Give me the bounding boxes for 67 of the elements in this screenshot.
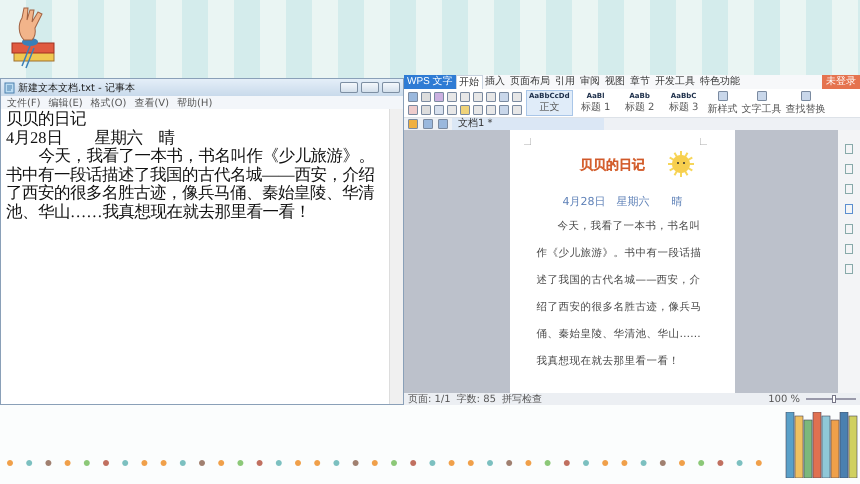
toolbar-icon[interactable] bbox=[420, 90, 432, 102]
margin-corner-mark bbox=[700, 138, 707, 145]
menu-item[interactable]: 帮助(H) bbox=[177, 96, 212, 110]
toolbar-icon[interactable] bbox=[472, 90, 484, 102]
style-label: 正文 bbox=[539, 100, 560, 114]
ribbon-tab[interactable]: 插入 bbox=[482, 75, 508, 89]
style-label: 标题 2 bbox=[624, 100, 654, 114]
status-text: 页面: 1/1 bbox=[408, 393, 451, 406]
toolbar-icon[interactable] bbox=[407, 90, 419, 102]
toolbar-icon[interactable] bbox=[407, 118, 419, 130]
toolbar-icon[interactable] bbox=[485, 90, 497, 102]
toolbar-icon[interactable] bbox=[433, 104, 445, 116]
ribbon-tab[interactable]: 开始 bbox=[456, 74, 483, 90]
document-date-line: 4月28日 星期六 晴 bbox=[562, 194, 682, 209]
ribbon-tab[interactable]: 视图 bbox=[602, 75, 628, 89]
toolbar-icon[interactable] bbox=[472, 104, 484, 116]
text-line: 4月28日 星期六 晴 bbox=[6, 128, 176, 147]
zoom-slider-thumb[interactable] bbox=[832, 395, 836, 403]
margin-corner-mark bbox=[524, 138, 531, 145]
document-paragraph: 今天，我看了一本书，书名叫作《少儿旅游》。书中有一段话描述了我国的古代名城——西安，介绍了西安的很多名胜古迹，像兵马俑、秦始皇陵、华清池、华山……我真想现在就去那里看一看！ bbox=[536, 219, 702, 369]
document-title: 贝贝的日记 bbox=[580, 157, 645, 174]
minimize-button[interactable] bbox=[340, 82, 358, 93]
tool-icon[interactable] bbox=[800, 90, 812, 102]
toolbar-icon[interactable] bbox=[511, 90, 523, 102]
ribbon-tab[interactable]: 审阅 bbox=[578, 75, 603, 89]
tool-icon[interactable] bbox=[756, 90, 768, 102]
style-label: 标题 3 bbox=[668, 100, 698, 114]
menu-item[interactable]: 编辑(E) bbox=[48, 96, 83, 110]
zoom-level[interactable]: 100 % bbox=[768, 394, 800, 404]
ribbon-tab[interactable]: 开发工具 bbox=[652, 75, 698, 89]
menu-item[interactable]: 格式(O) bbox=[90, 96, 126, 110]
text-line: 贝贝的日记 bbox=[6, 110, 87, 128]
app-menu-button[interactable]: WPS 文字 bbox=[404, 75, 456, 89]
toolbar-icon[interactable] bbox=[433, 90, 445, 102]
text-paragraph: 今天，我看了一本书，书名叫作《少儿旅游》。书中有一段话描述了我国的古代名城——西安，介绍了西安的很多名胜古迹，像兵马俑、秦始皇陵、华清池、华山……我真想现在就去那里看一看！ bbox=[6, 147, 376, 221]
toolbar-icon[interactable] bbox=[407, 104, 419, 116]
toolbar-icon[interactable] bbox=[511, 104, 523, 116]
maximize-button[interactable] bbox=[361, 82, 379, 93]
toolbar-icon[interactable] bbox=[459, 90, 471, 102]
tool-label[interactable]: 查找替换 bbox=[786, 102, 826, 116]
window-title: 新建文本文档.txt - 记事本 bbox=[18, 82, 136, 94]
toolbar-icon[interactable] bbox=[422, 118, 434, 130]
toolbar-icon[interactable] bbox=[498, 90, 510, 102]
sun-drawing bbox=[667, 148, 695, 180]
notepad-icon bbox=[4, 82, 15, 94]
close-button[interactable] bbox=[382, 82, 400, 93]
scrollbar[interactable] bbox=[389, 109, 403, 404]
tool-icon[interactable] bbox=[716, 90, 729, 102]
toolbar-icon[interactable] bbox=[498, 104, 510, 116]
status-text: 字数: 85 bbox=[456, 392, 496, 406]
toolbar-icon[interactable] bbox=[459, 104, 471, 116]
ribbon-tab[interactable]: 章节 bbox=[628, 75, 653, 89]
toolbar-icon[interactable] bbox=[446, 90, 458, 102]
toolbar-icon[interactable] bbox=[485, 104, 497, 116]
menu-item[interactable]: 文件(F) bbox=[7, 96, 41, 110]
toolbar-icon[interactable] bbox=[437, 118, 449, 130]
style-label: 标题 1 bbox=[580, 100, 610, 114]
tool-label[interactable]: 新样式 bbox=[708, 102, 738, 116]
menu-item[interactable]: 查看(V) bbox=[134, 96, 170, 110]
tool-label[interactable]: 文字工具 bbox=[742, 102, 782, 116]
ribbon-tab[interactable]: 特色功能 bbox=[698, 75, 743, 89]
document-tab[interactable]: 文档1 * bbox=[452, 118, 604, 130]
toolbar-icon[interactable] bbox=[420, 104, 432, 116]
ribbon-tab[interactable]: 引用 bbox=[552, 75, 578, 89]
ribbon-tab[interactable]: 页面布局 bbox=[508, 75, 553, 89]
toolbar-icon[interactable] bbox=[446, 104, 458, 116]
status-text: 拼写检查 bbox=[502, 392, 542, 406]
